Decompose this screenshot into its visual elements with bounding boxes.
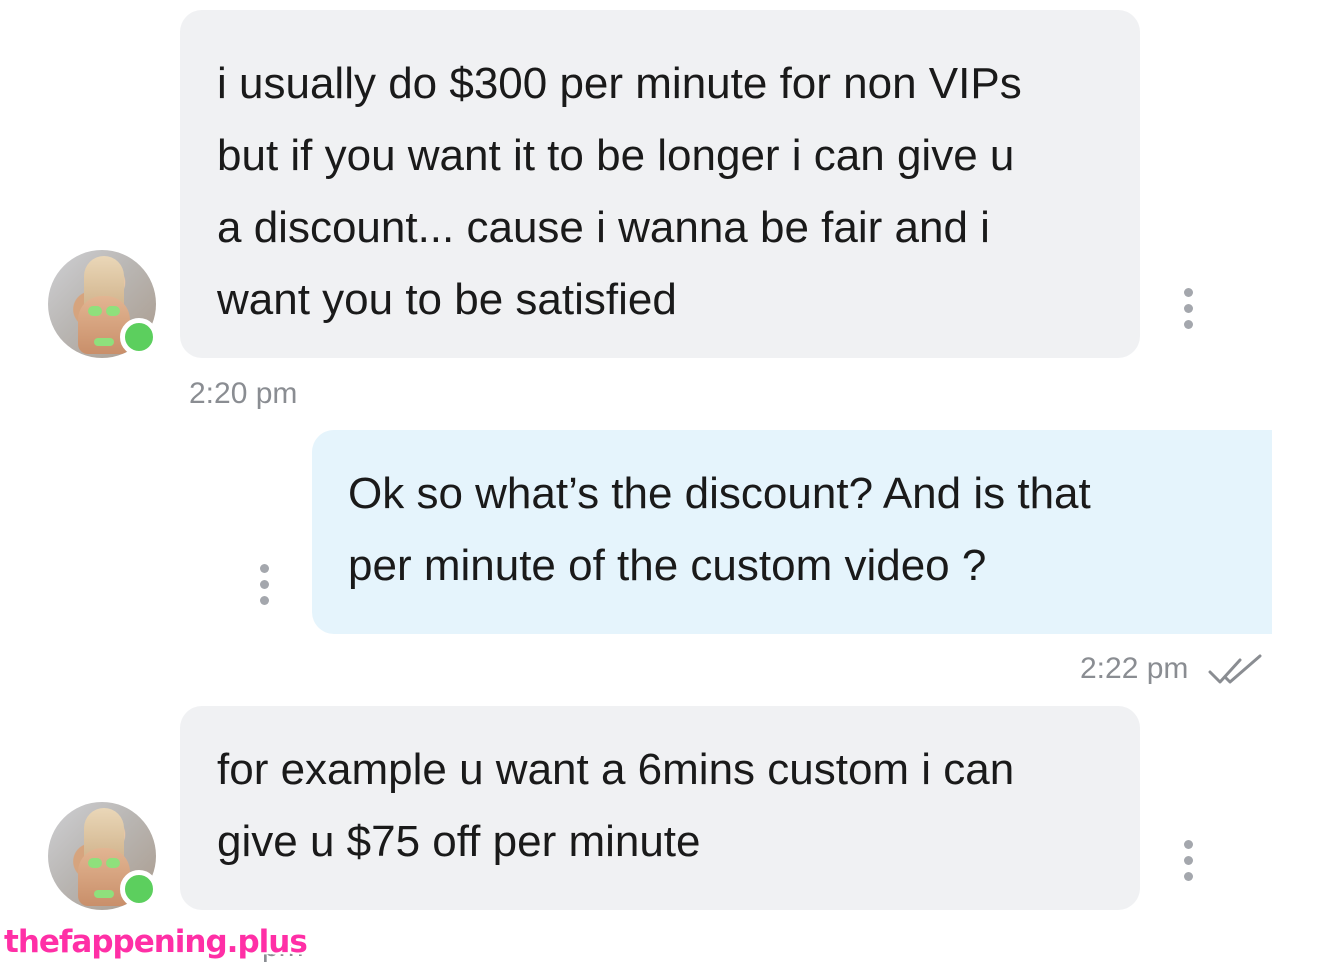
message-options-icon[interactable] [257, 564, 271, 605]
message-options-icon[interactable] [1181, 840, 1195, 881]
message-text-line: per minute of the custom video ? [348, 541, 987, 590]
sender-avatar[interactable] [48, 802, 158, 910]
avatar-detail [94, 890, 114, 898]
message-text-line: for example u want a 6mins custom i can [217, 745, 1015, 794]
avatar-detail [88, 306, 102, 316]
message-text-line: want you to be satisfied [217, 275, 677, 324]
incoming-message-bubble[interactable]: for example u want a 6mins custom i can … [180, 706, 1140, 910]
message-text-line: a discount... cause i wanna be fair and … [217, 203, 990, 252]
avatar-detail [88, 858, 102, 868]
avatar-detail [106, 306, 120, 316]
online-status-dot [120, 318, 158, 356]
avatar-detail [94, 338, 114, 346]
online-status-dot [120, 870, 158, 908]
message-timestamp: 2:20 pm [189, 377, 298, 410]
watermark-text: thefappening.plus [4, 924, 308, 960]
message-text-line: i usually do $300 per minute for non VIP… [217, 59, 1022, 108]
double-check-icon [1208, 654, 1262, 684]
message-text-line: give u $75 off per minute [217, 817, 701, 866]
outgoing-message-bubble[interactable]: Ok so what’s the discount? And is that p… [312, 430, 1272, 634]
incoming-message-bubble[interactable]: i usually do $300 per minute for non VIP… [180, 10, 1140, 358]
avatar-detail [106, 858, 120, 868]
sender-avatar[interactable] [48, 250, 158, 358]
message-text-line: but if you want it to be longer i can gi… [217, 131, 1015, 180]
message-timestamp: 2:22 pm [1080, 652, 1189, 685]
message-options-icon[interactable] [1181, 288, 1195, 329]
message-text-line: Ok so what’s the discount? And is that [348, 469, 1091, 518]
